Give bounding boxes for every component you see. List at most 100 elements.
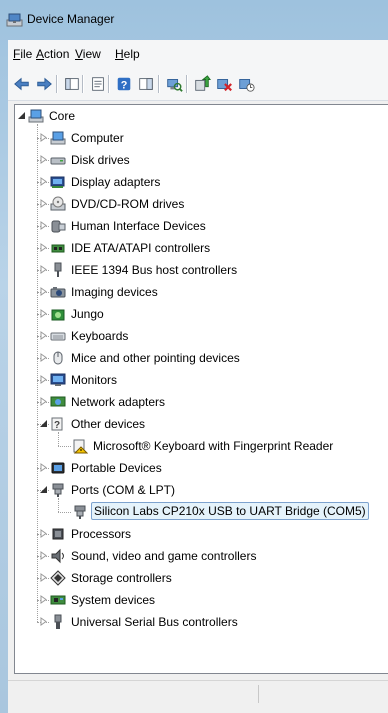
update-driver-button[interactable] — [192, 74, 212, 94]
collapsed-triangle-icon[interactable] — [39, 133, 48, 142]
menu-view[interactable]: View — [74, 47, 102, 61]
menu-file[interactable]: File — [12, 47, 33, 61]
show-action-pane-button[interactable] — [136, 74, 156, 94]
toolbar: ? — [8, 68, 388, 101]
collapsed-triangle-icon[interactable] — [39, 221, 48, 230]
svg-text:?: ? — [121, 80, 128, 92]
toolbar-separator — [186, 75, 188, 93]
display-adapter-icon — [50, 176, 65, 188]
monitor-icon — [50, 373, 66, 386]
collapsed-triangle-icon[interactable] — [39, 529, 48, 538]
tree-connector — [58, 512, 71, 513]
imaging-device-icon — [50, 287, 66, 298]
collapsed-triangle-icon[interactable] — [39, 551, 48, 560]
show-hide-console-tree-button[interactable] — [62, 74, 82, 94]
collapsed-triangle-icon[interactable] — [39, 177, 48, 186]
tree-connector — [37, 124, 38, 622]
menu-mnemonic: V — [75, 47, 83, 61]
warning-device-icon — [73, 439, 88, 454]
tree-connector — [58, 498, 59, 512]
collapsed-triangle-icon[interactable] — [39, 397, 48, 406]
tree-node-label: Monitors — [71, 373, 118, 387]
tree-node-label: Ports (COM & LPT) — [71, 483, 176, 497]
collapsed-triangle-icon[interactable] — [39, 155, 48, 164]
scan-hardware-changes-icon — [167, 79, 183, 92]
device-tree[interactable]: Core Computer Disk drives Display adapters D… — [14, 104, 388, 674]
tree-node-label: Storage controllers — [71, 571, 172, 585]
tree-node-label: Computer — [71, 131, 124, 145]
tree-connector — [58, 432, 59, 446]
toolbar-separator — [158, 75, 160, 93]
title-bar[interactable]: Device Manager — [0, 0, 388, 40]
collapsed-triangle-icon[interactable] — [39, 463, 48, 472]
properties-icon — [92, 77, 104, 91]
tree-node-label: Human Interface Devices — [71, 219, 206, 233]
status-separator — [258, 685, 259, 703]
help-button[interactable]: ? — [114, 74, 134, 94]
collapsed-triangle-icon[interactable] — [39, 199, 48, 208]
window-title: Device Manager — [27, 12, 115, 26]
tree-node-label: Universal Serial Bus controllers — [71, 615, 238, 629]
status-bar — [8, 680, 388, 707]
scan-hardware-changes-button[interactable] — [164, 74, 184, 94]
tree-node-label: Portable Devices — [71, 461, 162, 475]
tree-node-label: Sound, video and game controllers — [71, 549, 257, 563]
back-arrow-button[interactable] — [12, 74, 32, 94]
collapsed-triangle-icon[interactable] — [39, 243, 48, 252]
menu-action[interactable]: Action — [35, 47, 70, 61]
menu-label-rest: ile — [20, 47, 33, 61]
disable-device-button[interactable] — [236, 74, 256, 94]
tree-node-label: Microsoft® Keyboard with Fingerprint Rea… — [93, 439, 334, 453]
ide-controller-icon — [51, 244, 65, 253]
collapsed-triangle-icon[interactable] — [39, 287, 48, 296]
tree-node-label: Keyboards — [71, 329, 129, 343]
show-action-pane-icon — [139, 78, 153, 90]
back-arrow-icon — [14, 77, 29, 91]
collapsed-triangle-icon[interactable] — [39, 265, 48, 274]
port-icon — [74, 505, 86, 519]
uninstall-button[interactable] — [214, 74, 234, 94]
device-manager-icon — [6, 13, 23, 27]
other-devices-icon: ? — [51, 417, 63, 431]
menu-label-rest: iew — [82, 47, 101, 61]
mouse-icon — [53, 351, 63, 365]
tree-node-label: Processors — [71, 527, 132, 541]
collapsed-triangle-icon[interactable] — [39, 375, 48, 384]
storage-controller-icon — [50, 570, 66, 586]
collapsed-triangle-icon[interactable] — [39, 331, 48, 340]
port-icon — [52, 483, 64, 497]
tree-node-label: Network adapters — [71, 395, 166, 409]
tree-node-label: Other devices — [71, 417, 146, 431]
device-manager-window: Device Manager File Action View Help ? Core… — [0, 0, 388, 713]
expanded-triangle-icon[interactable] — [17, 111, 26, 120]
uninstall-icon — [217, 79, 232, 92]
collapsed-triangle-icon[interactable] — [39, 353, 48, 362]
tree-node-label: Disk drives — [71, 153, 130, 167]
menu-label-rest: ction — [44, 47, 70, 61]
tree-node-label: Display adapters — [71, 175, 161, 189]
update-driver-icon — [195, 75, 211, 91]
usb-icon — [54, 614, 62, 629]
forward-arrow-icon — [37, 77, 52, 91]
menu-help[interactable]: Help — [114, 47, 141, 61]
collapsed-triangle-icon[interactable] — [39, 617, 48, 626]
tree-connector — [58, 446, 71, 447]
disk-drive-icon — [50, 157, 66, 165]
collapsed-triangle-icon[interactable] — [39, 573, 48, 582]
forward-arrow-button[interactable] — [34, 74, 54, 94]
expanded-triangle-icon[interactable] — [39, 485, 48, 494]
svg-text:?: ? — [54, 420, 60, 431]
tree-node-label: DVD/CD-ROM drives — [71, 197, 185, 211]
collapsed-triangle-icon[interactable] — [39, 309, 48, 318]
tree-node-label: IDE ATA/ATAPI controllers — [71, 241, 211, 255]
sound-icon — [51, 548, 64, 564]
expanded-triangle-icon[interactable] — [39, 419, 48, 428]
processor-icon — [52, 528, 64, 540]
tree-node-label: Imaging devices — [71, 285, 158, 299]
properties-button[interactable] — [88, 74, 108, 94]
tree-node-label: System devices — [71, 593, 156, 607]
window-client-area: File Action View Help ? Core Computer Disk dr… — [8, 40, 388, 713]
collapsed-triangle-icon[interactable] — [39, 595, 48, 604]
portable-device-icon — [51, 462, 65, 474]
menu-mnemonic: A — [36, 47, 45, 61]
